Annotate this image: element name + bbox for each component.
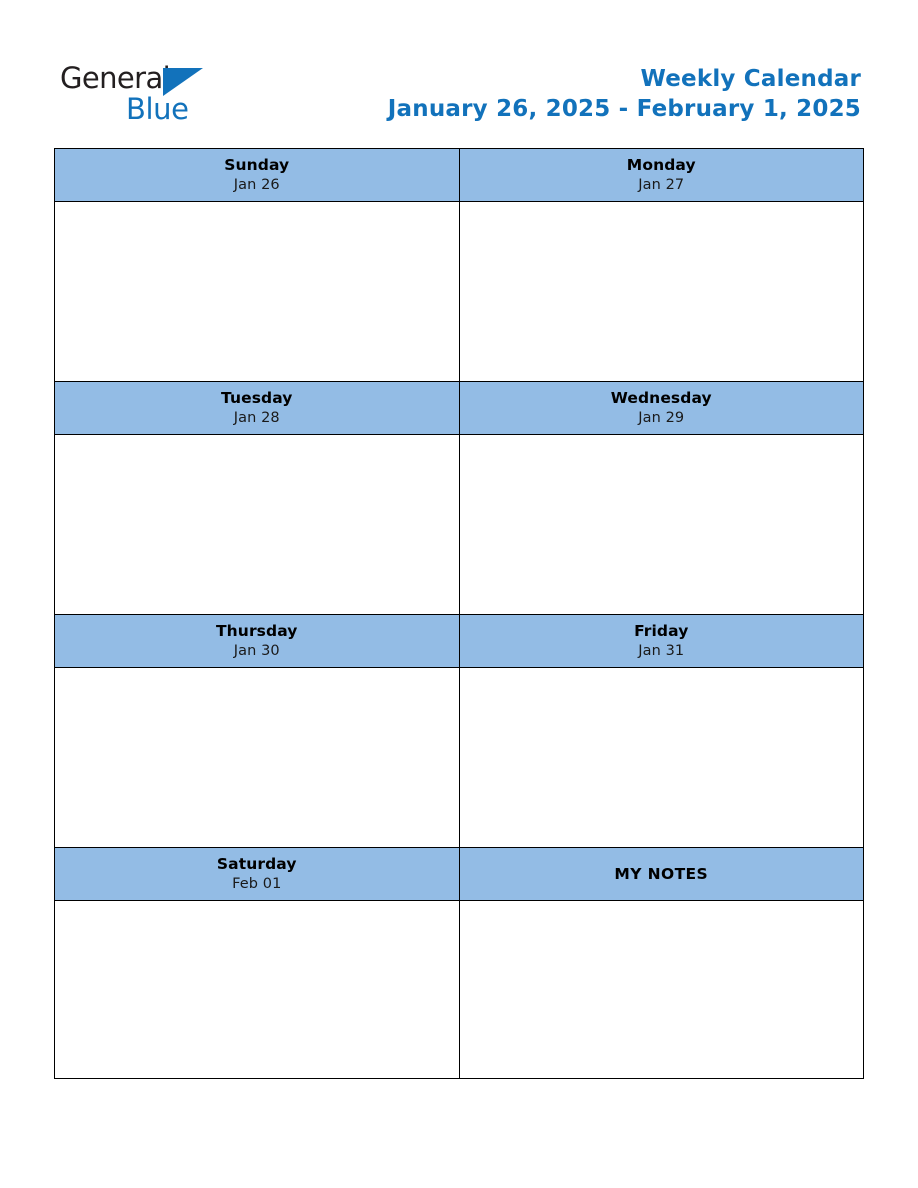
day-content-monday[interactable] bbox=[458, 201, 864, 382]
day-content-saturday[interactable] bbox=[54, 900, 460, 1079]
day-content-friday[interactable] bbox=[458, 667, 864, 848]
notes-header: MY NOTES bbox=[458, 847, 864, 901]
day-header-tuesday: Tuesday Jan 28 bbox=[54, 381, 460, 435]
day-header-row: Saturday Feb 01 MY NOTES bbox=[54, 847, 864, 901]
day-date-label: Jan 26 bbox=[233, 177, 280, 193]
day-name-label: Monday bbox=[626, 156, 696, 174]
page-header: General Blue Weekly Calendar January 26,… bbox=[0, 0, 918, 148]
day-header-thursday: Thursday Jan 30 bbox=[54, 614, 460, 668]
writing-area[interactable] bbox=[460, 901, 864, 1078]
day-date-label: Feb 01 bbox=[232, 876, 282, 892]
day-header-sunday: Sunday Jan 26 bbox=[54, 148, 460, 202]
day-content-tuesday[interactable] bbox=[54, 434, 460, 615]
day-header-wednesday: Wednesday Jan 29 bbox=[458, 381, 864, 435]
day-date-label: Jan 31 bbox=[638, 643, 685, 659]
day-date-label: Jan 28 bbox=[233, 410, 280, 426]
writing-area[interactable] bbox=[55, 668, 459, 847]
day-name-label: Sunday bbox=[224, 156, 290, 174]
day-name-label: Friday bbox=[634, 622, 689, 640]
day-content-wednesday[interactable] bbox=[458, 434, 864, 615]
day-content-row bbox=[54, 434, 864, 615]
day-content-row bbox=[54, 900, 864, 1079]
day-header-row: Sunday Jan 26 Monday Jan 27 bbox=[54, 148, 864, 202]
day-header-row: Tuesday Jan 28 Wednesday Jan 29 bbox=[54, 381, 864, 435]
day-name-label: Saturday bbox=[216, 855, 297, 873]
page-title: Weekly Calendar bbox=[640, 66, 861, 92]
day-header-saturday: Saturday Feb 01 bbox=[54, 847, 460, 901]
writing-area[interactable] bbox=[55, 435, 459, 614]
day-name-label: Thursday bbox=[216, 622, 298, 640]
logo-word-general: General bbox=[60, 61, 171, 95]
brand-logo: General Blue bbox=[60, 62, 260, 132]
day-header-row: Thursday Jan 30 Friday Jan 31 bbox=[54, 614, 864, 668]
writing-area[interactable] bbox=[460, 435, 864, 614]
writing-area[interactable] bbox=[460, 668, 864, 847]
logo-word-blue: Blue bbox=[126, 92, 189, 126]
day-date-label: Jan 27 bbox=[638, 177, 685, 193]
notes-title-label: MY NOTES bbox=[614, 865, 709, 883]
notes-content[interactable] bbox=[458, 900, 864, 1079]
writing-area[interactable] bbox=[460, 202, 864, 381]
writing-area[interactable] bbox=[55, 202, 459, 381]
day-name-label: Tuesday bbox=[220, 389, 293, 407]
title-block: Weekly Calendar January 26, 2025 - Febru… bbox=[388, 64, 861, 125]
day-content-sunday[interactable] bbox=[54, 201, 460, 382]
day-content-row bbox=[54, 667, 864, 848]
day-date-label: Jan 29 bbox=[638, 410, 685, 426]
day-content-thursday[interactable] bbox=[54, 667, 460, 848]
day-date-label: Jan 30 bbox=[233, 643, 280, 659]
day-content-row bbox=[54, 201, 864, 382]
day-header-friday: Friday Jan 31 bbox=[458, 614, 864, 668]
day-header-monday: Monday Jan 27 bbox=[458, 148, 864, 202]
day-name-label: Wednesday bbox=[610, 389, 712, 407]
date-range-subtitle: January 26, 2025 - February 1, 2025 bbox=[387, 96, 861, 122]
weekly-calendar-grid: Sunday Jan 26 Monday Jan 27 Tuesday Jan … bbox=[54, 148, 864, 1079]
writing-area[interactable] bbox=[55, 901, 459, 1078]
